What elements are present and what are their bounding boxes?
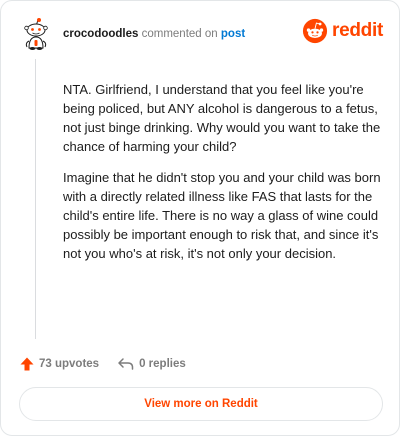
- username-link[interactable]: crocodoodles: [63, 28, 138, 40]
- reddit-wordmark: reddit: [332, 20, 383, 41]
- comment-header: crocodoodles commented on post reddit: [19, 17, 383, 51]
- comment-paragraph: Imagine that he didn't stop you and your…: [63, 170, 381, 261]
- reply-count: 0 replies: [139, 358, 186, 370]
- comment-meta: crocodoodles commented on post: [63, 27, 245, 41]
- post-link[interactable]: post: [221, 28, 245, 40]
- reply-arrow-icon: [118, 358, 134, 370]
- reddit-logo[interactable]: reddit: [302, 17, 383, 45]
- comment-body: NTA. Girlfriend, I understand that you f…: [63, 80, 385, 275]
- embed-card: crocodoodles commented on post reddit NT…: [0, 0, 400, 436]
- upvote-button[interactable]: 73 upvotes: [19, 356, 99, 372]
- view-more-button[interactable]: View more on Reddit: [19, 387, 383, 421]
- comment-paragraph: NTA. Girlfriend, I understand that you f…: [63, 82, 381, 154]
- thread-line: [35, 59, 36, 339]
- comment-actions: 73 upvotes 0 replies: [19, 355, 186, 373]
- reddit-logo-icon: [302, 18, 328, 44]
- reply-button[interactable]: 0 replies: [117, 356, 186, 372]
- commented-on-text: commented on: [141, 28, 218, 40]
- snoo-avatar-icon[interactable]: [19, 17, 53, 51]
- upvote-arrow-icon: [20, 357, 34, 371]
- upvote-count: 73 upvotes: [39, 358, 100, 370]
